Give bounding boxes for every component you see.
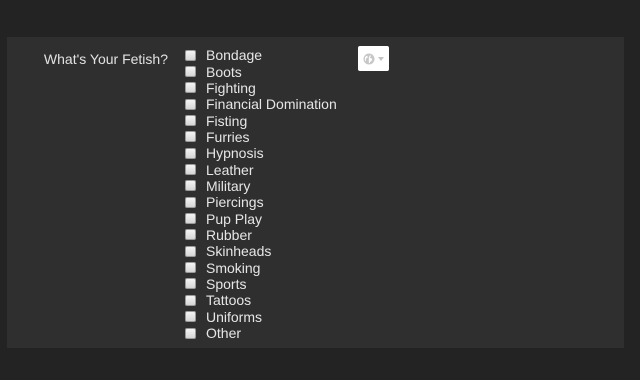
- visibility-dropdown[interactable]: [358, 46, 389, 71]
- fetish-field-label: What's Your Fetish?: [43, 51, 168, 67]
- checkbox[interactable]: [185, 229, 196, 241]
- chevron-down-icon: [378, 56, 384, 61]
- option-boots[interactable]: Boots: [185, 63, 337, 80]
- fetish-form-panel: What's Your Fetish? Bondage Boots Fighti…: [7, 37, 624, 348]
- option-label: Hypnosis: [206, 145, 264, 162]
- checkbox[interactable]: [185, 82, 196, 94]
- option-label: Piercings: [206, 194, 264, 211]
- option-piercings[interactable]: Piercings: [185, 194, 337, 210]
- checkbox[interactable]: [185, 147, 196, 159]
- option-label: Financial Domination: [206, 96, 337, 113]
- option-label: Smoking: [206, 259, 261, 276]
- checkbox[interactable]: [185, 49, 196, 61]
- checkbox[interactable]: [185, 131, 196, 143]
- option-label: Leather: [206, 161, 254, 178]
- option-label: Other: [206, 325, 242, 342]
- option-fighting[interactable]: Fighting: [185, 80, 337, 96]
- option-label: Sports: [206, 275, 247, 292]
- globe-icon: [363, 53, 375, 64]
- fetish-options-list: Bondage Boots Fighting Financial Dominat…: [185, 47, 337, 341]
- option-label: Fisting: [206, 112, 248, 129]
- option-sports[interactable]: Sports: [185, 276, 337, 292]
- option-furries[interactable]: Furries: [185, 129, 337, 145]
- option-rubber[interactable]: Rubber: [185, 227, 337, 243]
- checkbox[interactable]: [185, 180, 196, 192]
- option-smoking[interactable]: Smoking: [185, 259, 337, 276]
- checkbox[interactable]: [185, 311, 196, 323]
- option-other[interactable]: Other: [185, 325, 337, 341]
- checkbox[interactable]: [185, 196, 196, 208]
- checkbox[interactable]: [185, 213, 196, 225]
- option-label: Military: [206, 177, 251, 194]
- option-label: Boots: [206, 63, 242, 80]
- option-label: Tattoos: [206, 292, 252, 309]
- option-military[interactable]: Military: [185, 178, 337, 194]
- option-label: Pup Play: [206, 210, 263, 227]
- option-label: Furries: [206, 128, 250, 145]
- option-tattoos[interactable]: Tattoos: [185, 292, 337, 308]
- checkbox[interactable]: [185, 245, 196, 257]
- option-hypnosis[interactable]: Hypnosis: [185, 145, 337, 161]
- option-financial-domination[interactable]: Financial Domination: [185, 96, 337, 112]
- checkbox[interactable]: [185, 294, 196, 306]
- checkbox[interactable]: [185, 115, 196, 127]
- option-fisting[interactable]: Fisting: [185, 112, 337, 129]
- option-uniforms[interactable]: Uniforms: [185, 309, 337, 325]
- option-skinheads[interactable]: Skinheads: [185, 243, 337, 259]
- checkbox[interactable]: [185, 98, 196, 110]
- option-label: Uniforms: [206, 308, 263, 325]
- option-label: Rubber: [206, 226, 252, 243]
- option-leather[interactable]: Leather: [185, 161, 337, 178]
- option-bondage[interactable]: Bondage: [185, 47, 337, 63]
- checkbox[interactable]: [185, 164, 196, 176]
- checkbox[interactable]: [185, 66, 196, 78]
- option-pup-play[interactable]: Pup Play: [185, 210, 337, 227]
- checkbox[interactable]: [185, 278, 196, 290]
- checkbox[interactable]: [185, 327, 196, 339]
- option-label: Fighting: [206, 79, 256, 96]
- checkbox[interactable]: [185, 262, 196, 274]
- option-label: Bondage: [206, 47, 263, 64]
- option-label: Skinheads: [206, 243, 272, 260]
